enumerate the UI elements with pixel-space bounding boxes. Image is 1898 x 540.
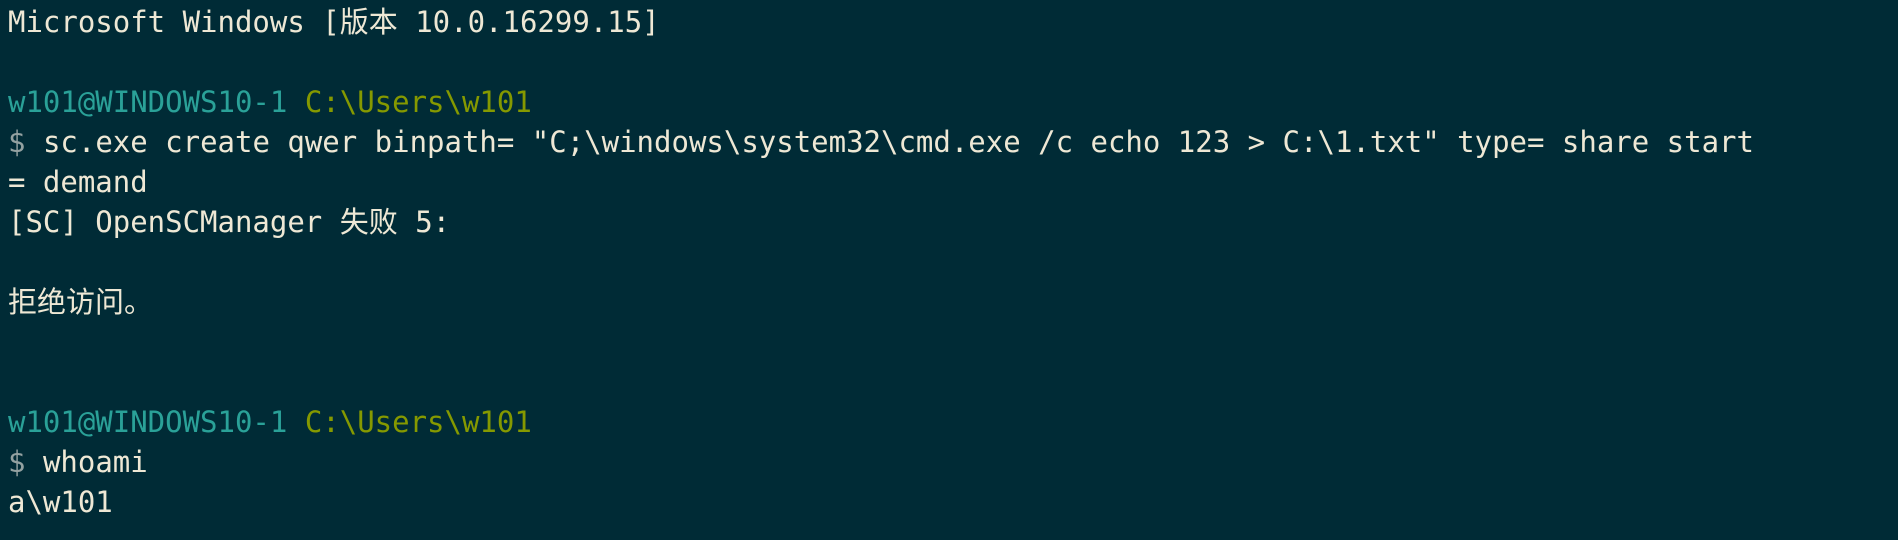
prompt-info-line: w101@WINDOWS10-1 C:\Users\w101 — [8, 82, 532, 122]
command-line: $ whoami — [8, 442, 148, 482]
output-text: 拒绝访问。 — [8, 285, 154, 319]
command-continuation-line: = demand — [8, 162, 148, 202]
command-text: sc.exe create qwer binpath= "C;\windows\… — [42, 125, 1754, 159]
prompt-symbol: $ — [8, 125, 26, 159]
prompt-user-host: w101@WINDOWS10-1 — [8, 85, 288, 119]
output-text: [SC] OpenSCManager 失败 5: — [8, 205, 451, 239]
command-continuation-text: = demand — [8, 165, 148, 199]
output-line: 拒绝访问。 — [8, 282, 153, 322]
prompt-cwd: C:\Users\w101 — [304, 405, 532, 439]
output-line: [SC] OpenSCManager 失败 5: — [8, 202, 450, 242]
banner-line: Microsoft Windows [版本 10.0.16299.15] — [8, 2, 660, 42]
terminal-window[interactable]: Microsoft Windows [版本 10.0.16299.15] w10… — [0, 0, 1898, 540]
command-line: $ sc.exe create qwer binpath= "C;\window… — [8, 122, 1754, 162]
prompt-info-line: w101@WINDOWS10-1 C:\Users\w101 — [8, 402, 532, 442]
output-text: a\w101 — [8, 485, 113, 519]
banner-text: Microsoft Windows [版本 10.0.16299.15] — [8, 5, 660, 39]
prompt-symbol: $ — [8, 445, 26, 479]
command-text: whoami — [42, 445, 148, 479]
prompt-user-host: w101@WINDOWS10-1 — [8, 405, 288, 439]
prompt-cwd: C:\Users\w101 — [304, 85, 532, 119]
output-line: a\w101 — [8, 482, 113, 522]
